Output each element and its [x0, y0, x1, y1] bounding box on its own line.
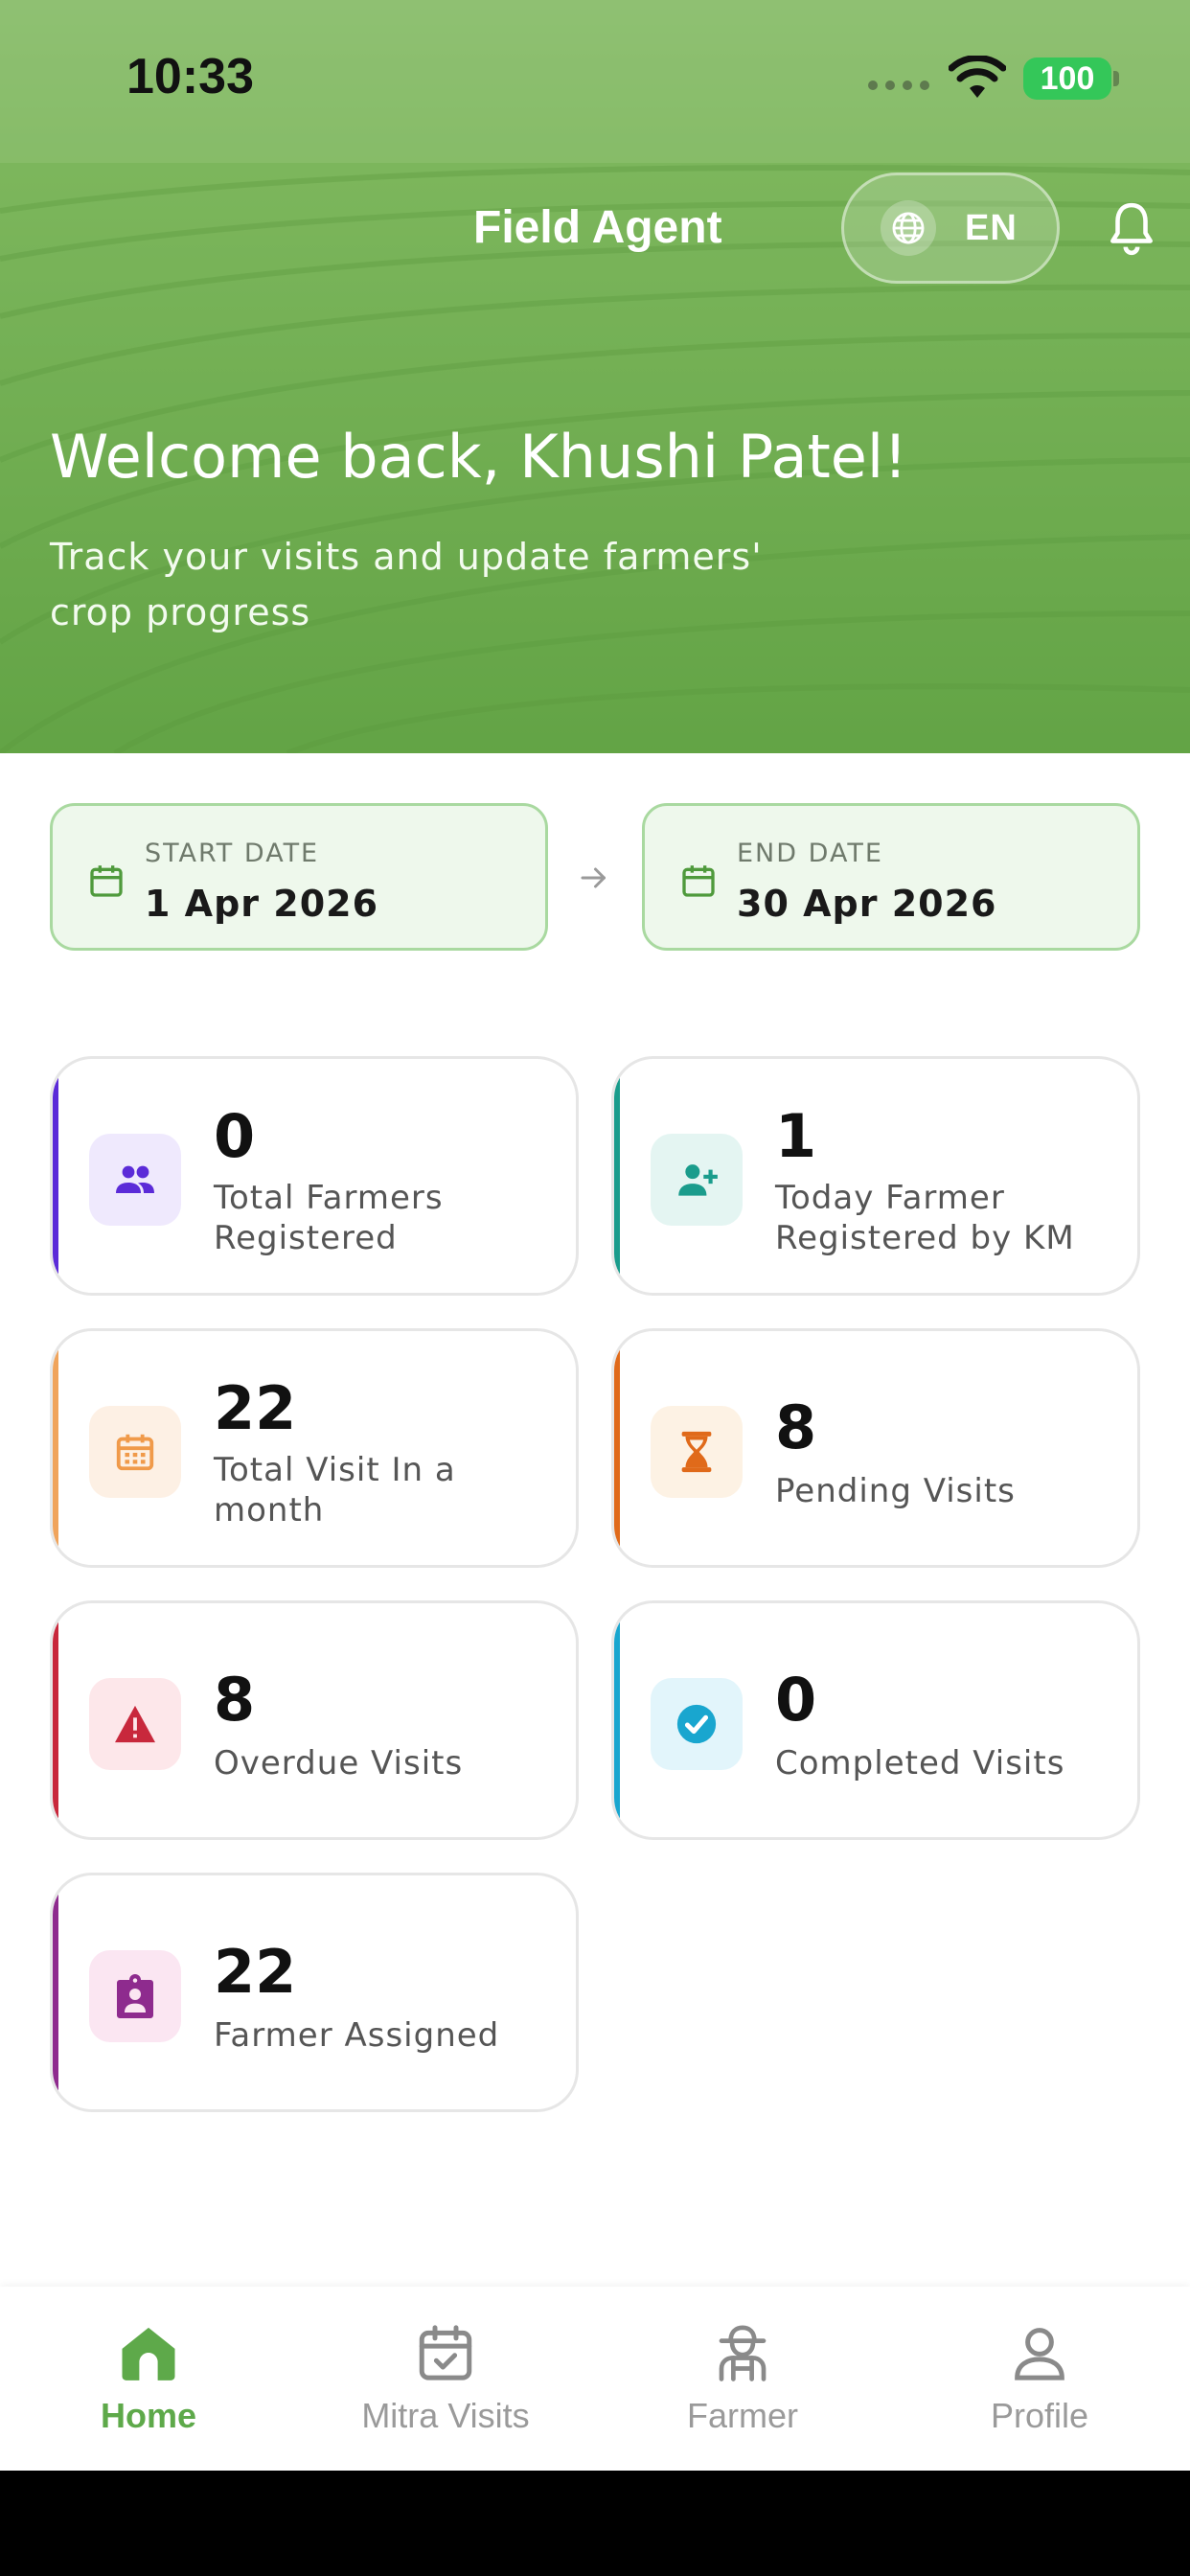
stat-label: Farmer Assigned: [214, 2016, 500, 2055]
calendar-icon: [89, 1406, 181, 1498]
home-indicator-area: [0, 2471, 1190, 2576]
start-date-picker[interactable]: START DATE 1 Apr 2026: [50, 803, 548, 951]
stat-card-pending-visits[interactable]: 8 Pending Visits: [611, 1328, 1140, 1568]
nav-tab-profile[interactable]: Profile: [891, 2287, 1188, 2471]
stat-card-completed-visits[interactable]: 0 Completed Visits: [611, 1600, 1140, 1840]
check-circle-icon: [651, 1678, 743, 1770]
wifi-icon: [949, 56, 1006, 98]
stat-label: Pending Visits: [775, 1472, 1016, 1510]
calendar-icon: [682, 865, 715, 897]
nav-label: Profile: [990, 2396, 1089, 2435]
app-title: Field Agent: [473, 202, 722, 253]
end-date-value: 30 Apr 2026: [737, 883, 997, 925]
person-add-icon: [651, 1134, 743, 1226]
stat-value: 8: [775, 1392, 817, 1462]
language-code: EN: [965, 207, 1018, 248]
stat-card-farmer-assigned[interactable]: 22 Farmer Assigned: [50, 1873, 579, 2112]
cellular-signal-icon: [868, 80, 929, 90]
hourglass-icon: [651, 1406, 743, 1498]
stat-card-total-farmers[interactable]: 0 Total Farmers Registered: [50, 1056, 579, 1296]
stat-card-today-farmer[interactable]: 1 Today Farmer Registered by KM: [611, 1056, 1140, 1296]
battery-cap: [1113, 71, 1119, 86]
globe-icon: [881, 200, 936, 256]
hero-banner: 10:33 100 Field Agent EN Welcome back, K…: [0, 0, 1190, 753]
stat-card-total-visit-month[interactable]: 22 Total Visit In a month: [50, 1328, 579, 1568]
stat-value: 8: [214, 1665, 256, 1735]
arrow-right-icon: [581, 867, 606, 888]
stat-label: Today Farmer Registered by KM: [775, 1179, 1075, 1257]
end-date-picker[interactable]: END DATE 30 Apr 2026: [642, 803, 1140, 951]
nav-tab-farmer[interactable]: Farmer: [594, 2287, 891, 2471]
nav-label: Farmer: [687, 2396, 798, 2435]
stat-value: 0: [214, 1101, 256, 1171]
notification-bell-icon[interactable]: [1108, 201, 1156, 257]
warning-icon: [89, 1678, 181, 1770]
farmer-icon: [719, 2325, 767, 2381]
status-bar: 10:33 100: [0, 0, 1190, 153]
stat-card-overdue-visits[interactable]: 8 Overdue Visits: [50, 1600, 579, 1840]
language-selector-button[interactable]: EN: [841, 172, 1060, 284]
stat-label: Total Farmers Registered: [214, 1179, 444, 1257]
home-icon: [122, 2327, 175, 2380]
nav-label: Mitra Visits: [361, 2396, 530, 2435]
stat-label: Overdue Visits: [214, 1744, 464, 1782]
calendar-icon: [90, 865, 123, 897]
nav-label: Home: [100, 2396, 197, 2435]
end-date-label: END DATE: [737, 839, 883, 868]
people-icon: [89, 1134, 181, 1226]
stat-label: Completed Visits: [775, 1744, 1065, 1782]
status-time: 10:33: [126, 49, 254, 104]
welcome-subtitle: Track your visits and update farmers' cr…: [50, 536, 763, 633]
nav-tab-mitra-visits[interactable]: Mitra Visits: [297, 2287, 594, 2471]
stat-value: 0: [775, 1665, 817, 1735]
profile-icon: [1015, 2328, 1064, 2380]
welcome-heading: Welcome back, Khushi Patel!: [50, 422, 907, 492]
calendar-check-icon: [419, 2325, 472, 2380]
assignment-ind-icon: [89, 1950, 181, 2042]
stat-value: 22: [214, 1373, 297, 1443]
start-date-value: 1 Apr 2026: [145, 883, 379, 925]
bottom-navigation: Home Mitra Visits Farmer Profile: [0, 2287, 1190, 2471]
battery-indicator: 100: [1023, 58, 1111, 100]
start-date-label: START DATE: [145, 839, 320, 868]
nav-tab-home[interactable]: Home: [0, 2287, 297, 2471]
stat-value: 22: [214, 1937, 297, 2007]
stat-label: Total Visit In a month: [214, 1451, 456, 1530]
stat-value: 1: [775, 1101, 817, 1171]
